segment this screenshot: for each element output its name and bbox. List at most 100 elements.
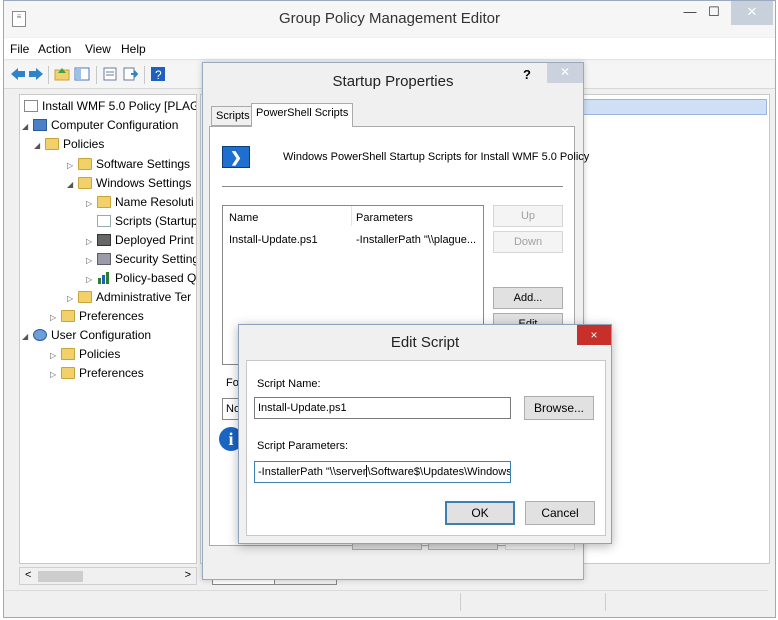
up-button[interactable]: Up <box>493 205 563 227</box>
show-hide-tree-icon[interactable] <box>74 66 90 82</box>
powershell-description: Windows PowerShell Startup Scripts for I… <box>283 151 590 163</box>
expanded-arrow-icon[interactable]: ◢ <box>34 137 45 155</box>
selected-row-highlight[interactable] <box>581 99 767 115</box>
tree-item-gpo-root[interactable]: Install WMF 5.0 Policy [PLAGU <box>24 97 196 115</box>
export-list-icon[interactable] <box>122 66 138 82</box>
down-button[interactable]: Down <box>493 231 563 253</box>
collapsed-arrow-icon[interactable]: ▷ <box>86 195 97 213</box>
script-name-label: Script Name: <box>257 378 321 390</box>
computer-icon <box>33 119 47 131</box>
menu-help[interactable]: Help <box>121 42 146 56</box>
divider <box>222 186 563 187</box>
tree-item-name-resolution[interactable]: ▷ Name Resoluti <box>86 193 194 211</box>
tree-item-administrative-templates[interactable]: ▷ Administrative Ter <box>67 288 191 306</box>
startup-close-button[interactable]: ✕ <box>547 63 583 83</box>
menu-bar: File Action View Help <box>4 38 775 60</box>
collapsed-arrow-icon[interactable]: ▷ <box>67 157 78 175</box>
tree-item-preferences[interactable]: ▷ Preferences <box>50 307 144 325</box>
script-parameters-input[interactable]: -InstallerPath "\\server\Software$\Updat… <box>254 461 511 483</box>
menu-action[interactable]: Action <box>38 42 71 56</box>
toolbar-separator <box>96 66 97 84</box>
collapsed-arrow-icon[interactable]: ▷ <box>86 271 97 289</box>
collapsed-arrow-icon[interactable]: ▷ <box>86 252 97 270</box>
menu-file[interactable]: File <box>10 42 29 56</box>
powershell-icon: ❯ <box>222 146 250 168</box>
tree-item-user-policies[interactable]: ▷ Policies <box>50 345 120 363</box>
folder-icon <box>45 138 59 150</box>
security-icon <box>97 253 111 265</box>
add-button[interactable]: Add... <box>493 287 563 309</box>
scrollbar-thumb[interactable] <box>38 571 83 582</box>
status-divider <box>605 593 606 611</box>
column-header-name[interactable]: Name <box>229 212 258 224</box>
script-parameters-label: Script Parameters: <box>257 440 349 452</box>
tree-item-software-settings[interactable]: ▷ Software Settings <box>67 155 190 173</box>
row-parameters-cell: -InstallerPath "\\plague... <box>356 234 477 246</box>
toolbar-separator <box>48 66 49 84</box>
window-title: Group Policy Management Editor <box>279 10 500 27</box>
folder-icon <box>78 177 92 189</box>
console-tree: Install WMF 5.0 Policy [PLAGU ◢ Computer … <box>19 94 197 564</box>
parameters-text-after-caret: \Software$\Updates\WindowsE <box>367 466 511 478</box>
collapsed-arrow-icon[interactable]: ▷ <box>50 347 61 365</box>
collapsed-arrow-icon[interactable]: ▷ <box>67 290 78 308</box>
toolbar-separator <box>144 66 145 84</box>
folder-icon <box>78 158 92 170</box>
tree-horizontal-scrollbar[interactable]: < > <box>19 567 197 585</box>
printer-icon <box>97 234 111 246</box>
script-name-input[interactable]: Install-Update.ps1 <box>254 397 511 419</box>
back-arrow-icon[interactable] <box>10 66 26 82</box>
status-bar <box>5 590 768 612</box>
tab-powershell-scripts[interactable]: PowerShell Scripts <box>251 103 354 127</box>
tree-item-security-settings[interactable]: ▷ Security Setting <box>86 250 196 270</box>
folder-icon <box>97 196 111 208</box>
tree-item-user-preferences[interactable]: ▷ Preferences <box>50 364 144 382</box>
tree-item-user-configuration[interactable]: ◢ User Configuration <box>22 326 151 344</box>
tree-item-policies[interactable]: ◢ Policies <box>34 135 104 153</box>
help-icon[interactable]: ? <box>150 66 166 82</box>
svg-text:?: ? <box>155 68 162 82</box>
expanded-arrow-icon[interactable]: ◢ <box>22 118 33 136</box>
cancel-button[interactable]: Cancel <box>525 501 595 525</box>
folder-icon <box>61 348 75 360</box>
folder-icon <box>78 291 92 303</box>
collapsed-arrow-icon[interactable]: ▷ <box>50 366 61 384</box>
status-divider <box>460 593 461 611</box>
gpo-icon <box>24 100 38 112</box>
ok-button[interactable]: OK <box>445 501 515 525</box>
edit-close-button[interactable]: × <box>577 325 611 345</box>
tab-scripts[interactable]: Scripts <box>211 106 255 126</box>
scroll-right-icon[interactable]: > <box>185 569 191 581</box>
tree-item-windows-settings[interactable]: ◢ Windows Settings <box>67 174 191 192</box>
maximize-button[interactable]: ☐ <box>703 1 725 25</box>
tree-item-policy-based-qos[interactable]: ▷ Policy-based Q <box>86 269 196 287</box>
forward-arrow-icon[interactable] <box>28 66 44 82</box>
collapsed-arrow-icon[interactable]: ▷ <box>86 233 97 251</box>
folder-icon <box>61 310 75 322</box>
edit-dialog-title: Edit Script <box>390 334 460 351</box>
browse-button[interactable]: Browse... <box>524 396 594 420</box>
row-name-cell: Install-Update.ps1 <box>229 234 318 246</box>
run-order-label: Fo <box>226 377 239 389</box>
expanded-arrow-icon[interactable]: ◢ <box>22 328 33 346</box>
close-window-button[interactable]: ✕ <box>731 1 773 25</box>
script-icon <box>97 215 111 227</box>
column-header-parameters[interactable]: Parameters <box>356 212 413 224</box>
menu-view[interactable]: View <box>85 42 111 56</box>
collapsed-arrow-icon[interactable]: ▷ <box>50 309 61 327</box>
tree-item-computer-configuration[interactable]: ◢ Computer Configuration <box>22 116 178 134</box>
tree-item-scripts-startup[interactable]: Scripts (Startup <box>97 212 196 230</box>
folder-icon <box>61 367 75 379</box>
properties-icon[interactable] <box>102 66 118 82</box>
user-icon <box>33 329 47 341</box>
minimize-button[interactable]: — <box>679 1 701 25</box>
up-folder-icon[interactable] <box>54 66 70 82</box>
expanded-arrow-icon[interactable]: ◢ <box>67 176 78 194</box>
scroll-left-icon[interactable]: < <box>25 569 31 581</box>
bar-chart-icon <box>98 272 109 284</box>
parameters-text-before-caret: -InstallerPath "\\server <box>258 466 367 478</box>
column-divider <box>351 206 352 226</box>
title-bar: ≡ Group Policy Management Editor — ☐ ✕ <box>4 1 775 37</box>
tree-item-deployed-printers[interactable]: ▷ Deployed Print <box>86 231 194 249</box>
help-button[interactable]: ? <box>523 67 531 82</box>
